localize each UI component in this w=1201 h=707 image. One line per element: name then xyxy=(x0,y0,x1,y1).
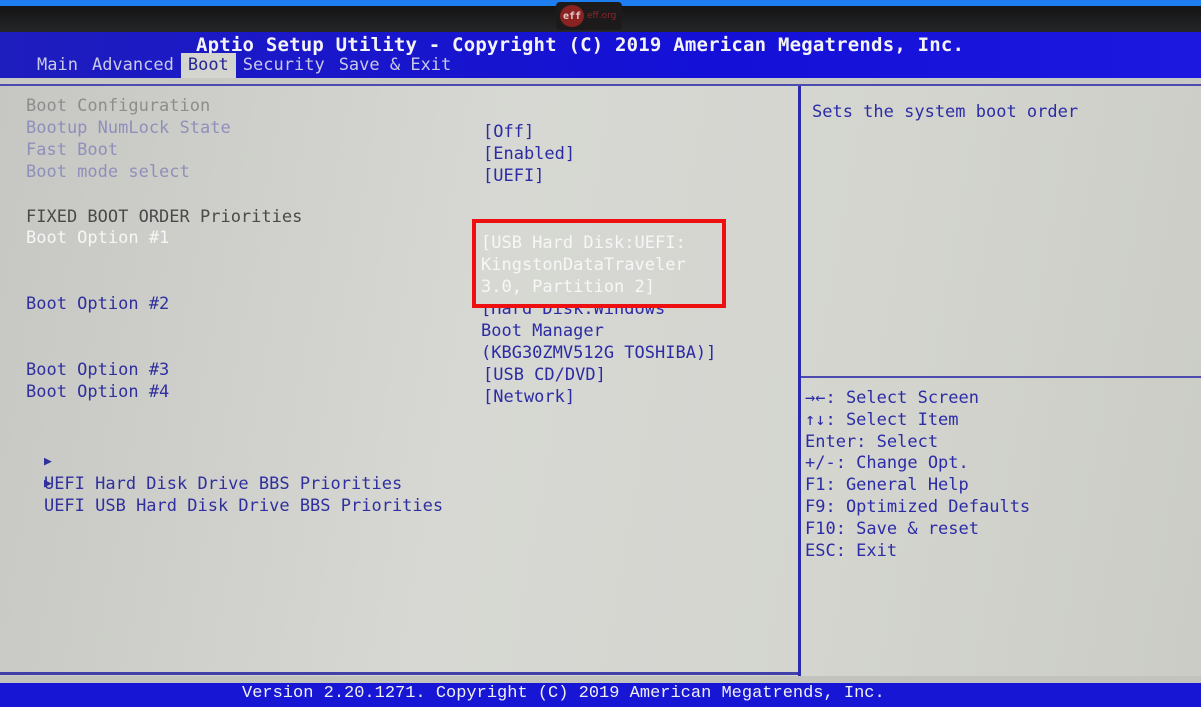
key-exit: ESC: Exit xyxy=(805,540,898,561)
key-legend: →←: Select Screen ↑↓: Select Item Enter:… xyxy=(805,388,1030,562)
submenu-arrow-icon: ▶ xyxy=(43,476,52,491)
key-select-item: ↑↓: Select Item xyxy=(805,409,959,430)
boot-option-2-value-line-3[interactable]: (KBG30ZMV512G TOSHIBA)] xyxy=(481,342,716,364)
header-divider xyxy=(0,78,1201,86)
submenu-uefi-usb-hdd-bbs[interactable]: ▶ UEFI USB Hard Disk Drive BBS Prioritie… xyxy=(3,449,443,539)
panel-divider xyxy=(798,86,801,676)
section-boot-configuration: Boot Configuration xyxy=(26,96,211,116)
submenu-label: UEFI USB Hard Disk Drive BBS Priorities xyxy=(43,496,444,516)
highlight-annotation-box xyxy=(472,219,726,308)
boot-option-2-label[interactable]: Boot Option #2 xyxy=(26,293,169,315)
numlock-label[interactable]: Bootup NumLock State xyxy=(26,117,231,139)
key-general-help: F1: General Help xyxy=(805,475,969,496)
boot-option-4-value[interactable]: [Network] xyxy=(483,386,575,408)
boot-option-4-label[interactable]: Boot Option #4 xyxy=(26,381,169,403)
boot-mode-label[interactable]: Boot mode select xyxy=(26,161,190,183)
key-optimized-defaults: F9: Optimized Defaults xyxy=(805,496,1031,517)
help-divider xyxy=(801,376,1201,378)
tab-security[interactable]: Security xyxy=(236,53,332,78)
bios-header: Aptio Setup Utility - Copyright (C) 2019… xyxy=(0,32,1201,78)
boot-mode-value[interactable]: [UEFI] xyxy=(483,165,544,187)
bios-content: Boot Configuration Bootup NumLock State … xyxy=(0,86,1201,676)
key-save-reset: F10: Save & reset xyxy=(805,518,979,539)
boot-option-2-value-line-2[interactable]: Boot Manager xyxy=(481,320,604,342)
item-help-description: Sets the system boot order xyxy=(812,102,1079,122)
tab-main[interactable]: Main xyxy=(30,53,85,78)
watermark-text: eff.org xyxy=(587,11,617,21)
footer-gap xyxy=(0,676,1201,683)
tab-advanced[interactable]: Advanced xyxy=(85,53,181,78)
key-change-opt: +/-: Change Opt. xyxy=(805,453,969,474)
eff-logo-icon: eff xyxy=(560,5,584,27)
footer-version-text: Version 2.20.1271. Copyright (C) 2019 Am… xyxy=(242,684,885,703)
boot-option-1-label[interactable]: Boot Option #1 xyxy=(26,227,169,249)
numlock-value[interactable]: [Off] xyxy=(483,121,534,143)
key-select-screen: →←: Select Screen xyxy=(805,388,979,408)
boot-option-3-label[interactable]: Boot Option #3 xyxy=(26,359,169,381)
bios-footer: Version 2.20.1271. Copyright (C) 2019 Am… xyxy=(0,683,1201,707)
tab-boot[interactable]: Boot xyxy=(180,53,236,78)
fast-boot-value[interactable]: [Enabled] xyxy=(483,143,575,165)
tab-bar: Main Advanced Boot Security Save & Exit xyxy=(30,53,458,78)
section-fixed-boot-order: FIXED BOOT ORDER Priorities xyxy=(26,207,303,227)
content-bottom-rule xyxy=(0,672,798,675)
tab-save-exit[interactable]: Save & Exit xyxy=(332,53,459,78)
key-enter-select: Enter: Select xyxy=(805,431,939,452)
boot-option-3-value[interactable]: [USB CD/DVD] xyxy=(483,364,606,386)
watermark: eff eff.org xyxy=(556,2,622,30)
fast-boot-label[interactable]: Fast Boot xyxy=(26,139,118,161)
